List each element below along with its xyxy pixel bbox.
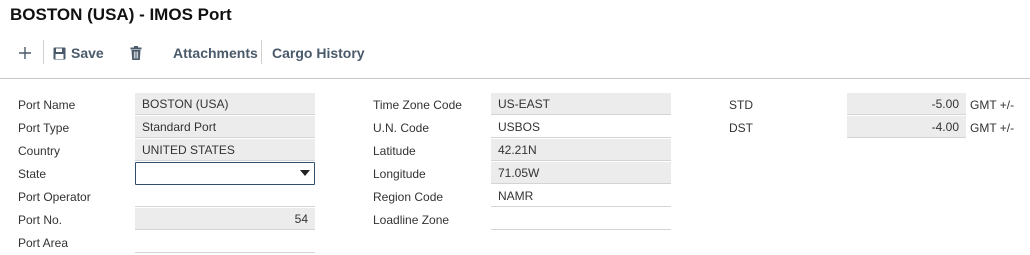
toolbar-divider (43, 40, 44, 64)
region-code-field[interactable]: NAMR (491, 185, 671, 207)
time-zone-code-label: Time Zone Code (373, 98, 462, 112)
toolbar-divider-line (0, 78, 1030, 79)
country-field[interactable]: UNITED STATES (135, 139, 315, 161)
cargo-history-button-label: Cargo History (272, 45, 365, 61)
save-button-label: Save (71, 45, 104, 61)
port-type-label: Port Type (18, 121, 70, 135)
loadline-zone-label: Loadline Zone (373, 213, 450, 227)
toolbar: Save Attachments Cargo History (0, 38, 1030, 68)
page-title: BOSTON (USA) - IMOS Port (10, 5, 232, 24)
delete-button[interactable] (130, 38, 144, 68)
un-code-label: U.N. Code (373, 121, 430, 135)
std-unit: GMT +/- (970, 98, 1015, 112)
dst-unit: GMT +/- (970, 121, 1015, 135)
dst-field[interactable]: -4.00 (847, 116, 966, 138)
loadline-zone-field[interactable] (491, 208, 671, 230)
cargo-history-button[interactable]: Cargo History (272, 38, 365, 68)
latitude-field[interactable]: 42.21N (491, 139, 671, 161)
plus-icon (18, 46, 32, 60)
country-label: Country (18, 144, 61, 158)
save-button[interactable]: Save (53, 38, 104, 68)
toolbar-divider (261, 40, 262, 64)
dst-label: DST (729, 121, 753, 135)
longitude-label: Longitude (373, 167, 426, 181)
attachments-button[interactable]: Attachments (173, 38, 258, 68)
add-button[interactable] (18, 38, 36, 68)
attachments-button-label: Attachments (173, 45, 258, 61)
port-area-field[interactable] (135, 231, 315, 253)
region-code-label: Region Code (373, 190, 444, 204)
port-area-label: Port Area (18, 236, 69, 250)
std-label: STD (729, 98, 753, 112)
latitude-label: Latitude (373, 144, 416, 158)
port-no-label: Port No. (18, 213, 63, 227)
longitude-field[interactable]: 71.05W (491, 162, 671, 184)
port-operator-label: Port Operator (18, 190, 91, 204)
port-no-field[interactable]: 54 (135, 208, 315, 230)
state-select[interactable] (135, 162, 315, 185)
state-label: State (18, 167, 47, 181)
time-zone-code-field[interactable]: US-EAST (491, 93, 671, 115)
un-code-field[interactable]: USBOS (491, 116, 671, 138)
port-name-label: Port Name (18, 98, 76, 112)
chevron-down-icon[interactable] (300, 170, 310, 176)
port-operator-field[interactable] (135, 185, 315, 207)
floppy-disk-icon (53, 47, 66, 60)
port-type-field[interactable]: Standard Port (135, 116, 315, 138)
trash-icon (130, 46, 142, 60)
std-field[interactable]: -5.00 (847, 93, 966, 115)
port-name-field[interactable]: BOSTON (USA) (135, 93, 315, 115)
